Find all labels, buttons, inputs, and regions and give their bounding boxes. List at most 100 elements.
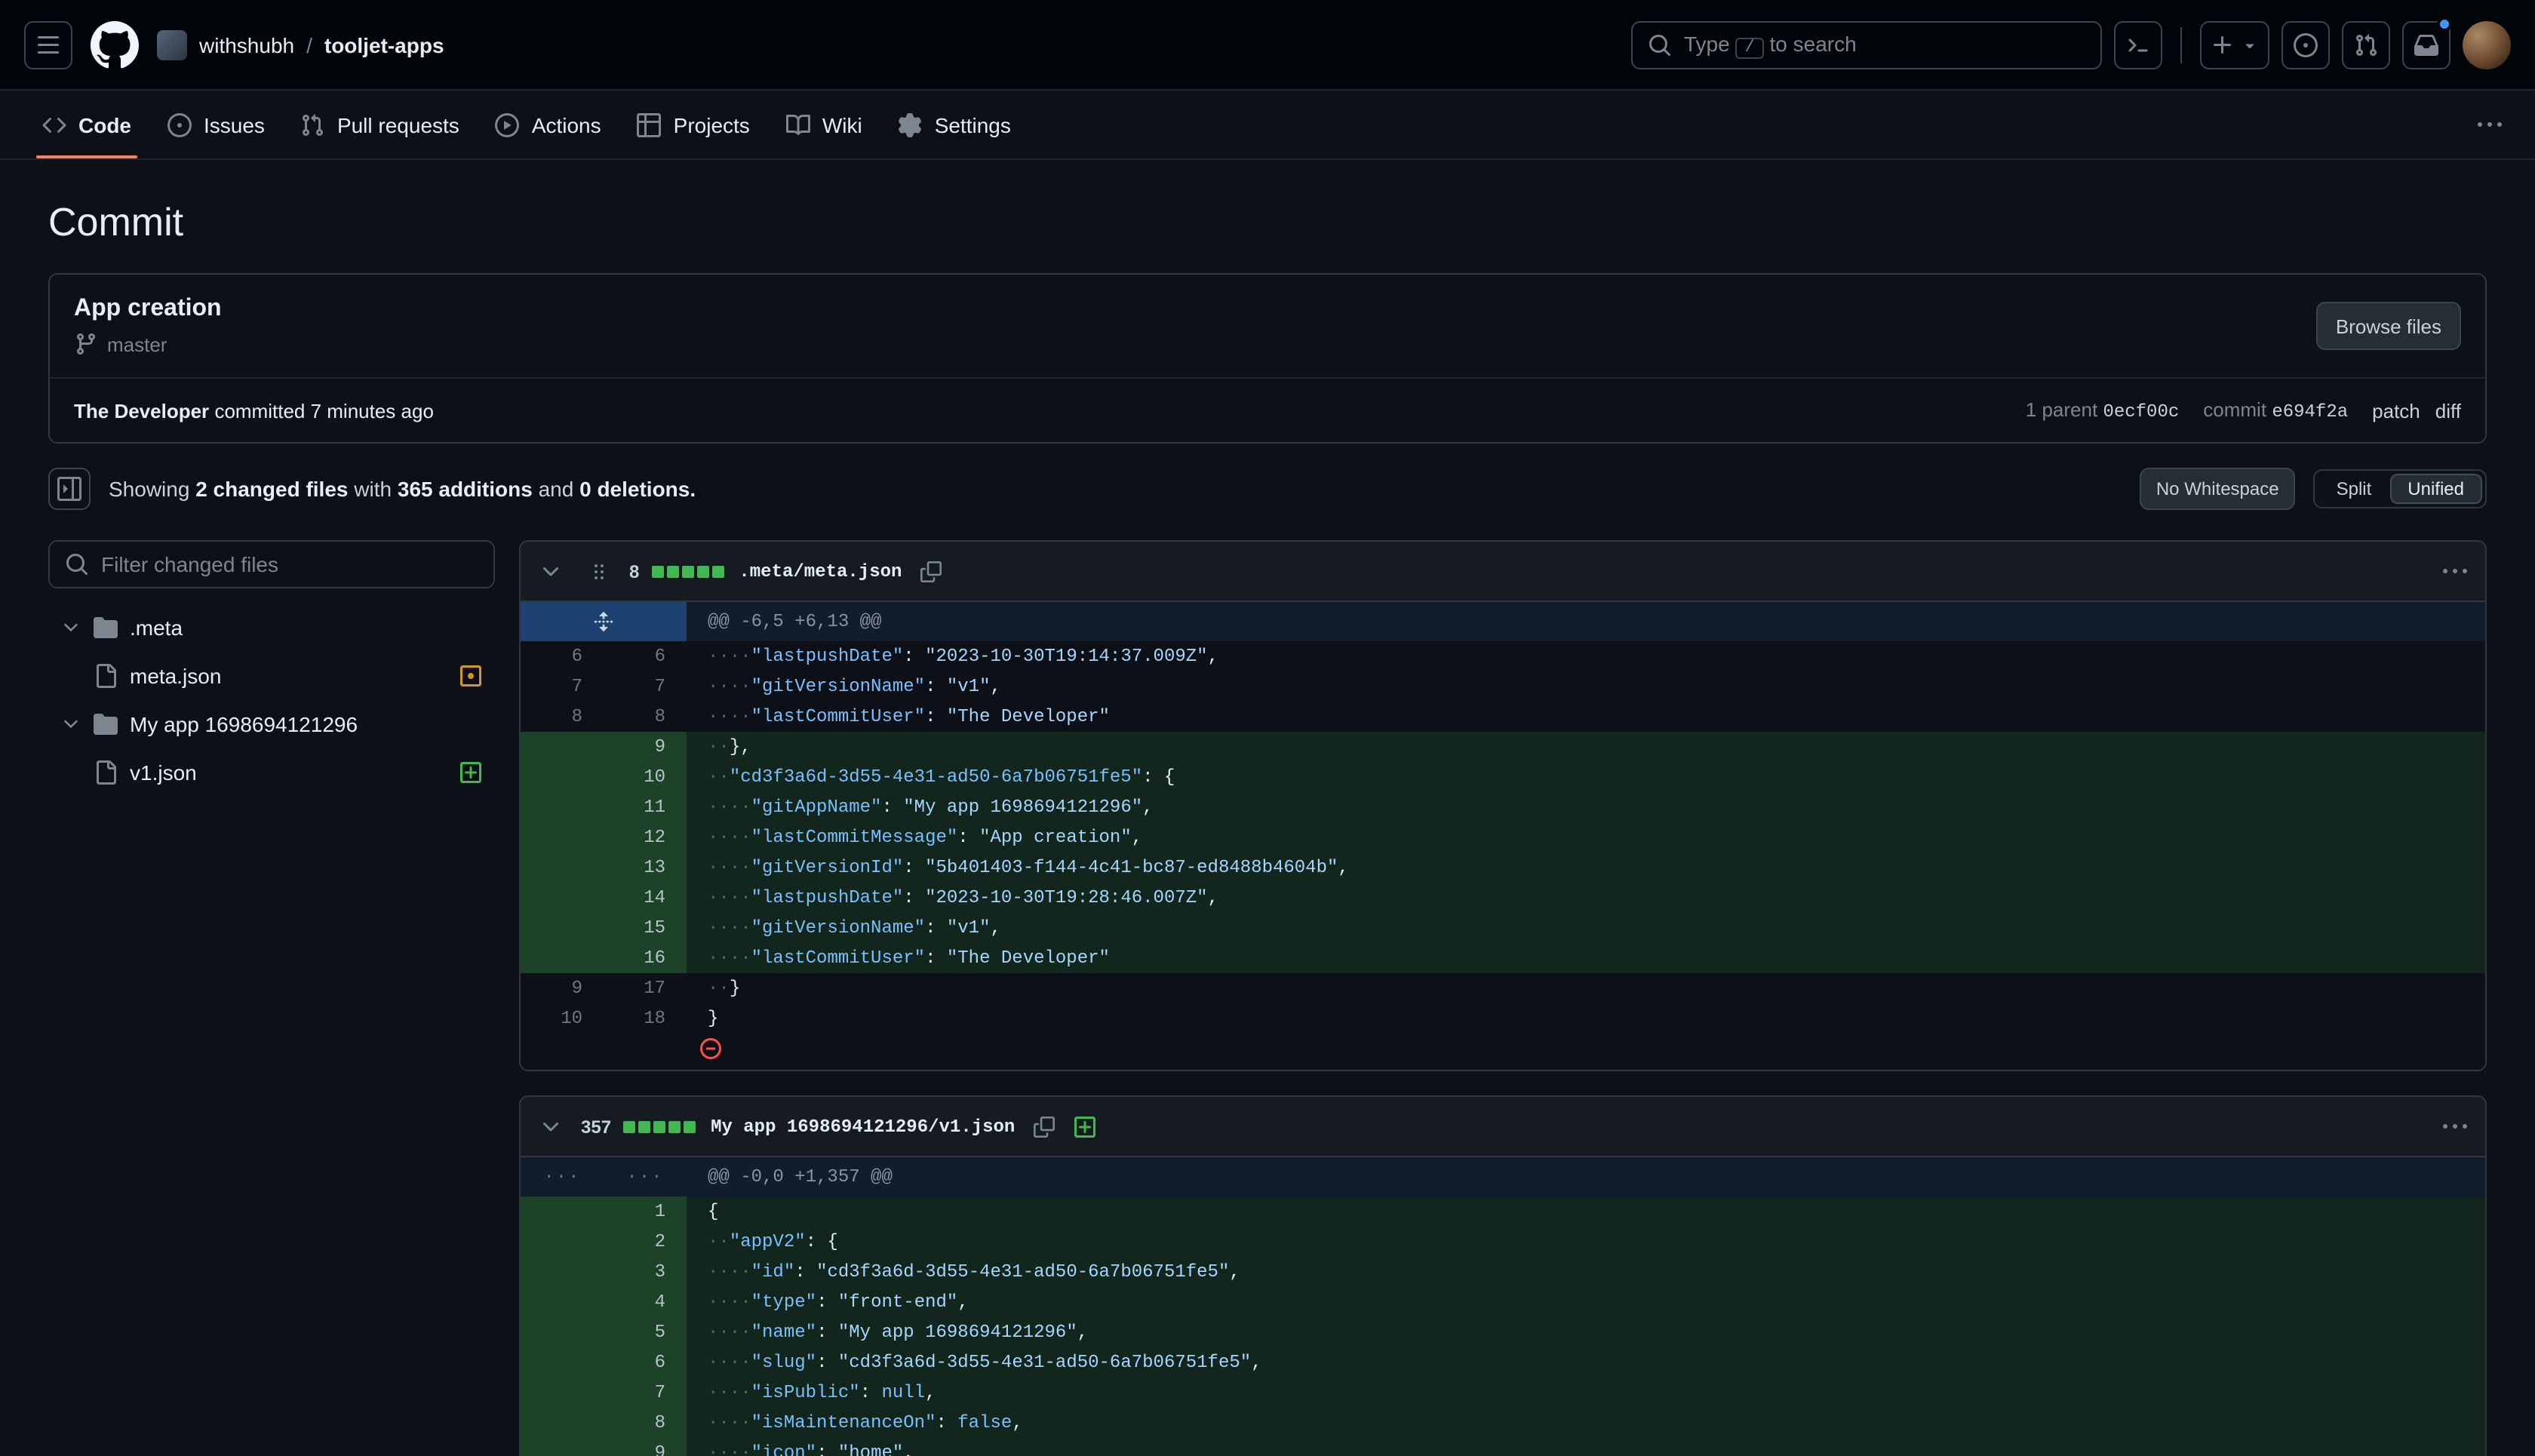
new-line-number[interactable]: 8 bbox=[604, 702, 687, 732]
tree-file-v1-json[interactable]: v1.json bbox=[48, 748, 495, 797]
old-line-number[interactable] bbox=[521, 883, 604, 913]
diff-line: 66····"lastpushDate": "2023-10-30T19:14:… bbox=[521, 641, 2485, 671]
new-line-number[interactable]: 2 bbox=[604, 1227, 687, 1257]
drag-handle-icon[interactable] bbox=[581, 553, 617, 589]
new-line-number[interactable]: 8 bbox=[604, 1408, 687, 1438]
tree-folder-meta[interactable]: .meta bbox=[48, 604, 495, 652]
new-line-number[interactable]: 9 bbox=[604, 732, 687, 762]
old-line-number[interactable]: 9 bbox=[521, 973, 604, 1003]
old-line-number[interactable] bbox=[521, 852, 604, 883]
tab-code[interactable]: Code bbox=[24, 91, 149, 158]
new-line-number[interactable]: 16 bbox=[604, 943, 687, 973]
tree-folder-my-app[interactable]: My app 1698694121296 bbox=[48, 700, 495, 748]
breadcrumb-separator: / bbox=[306, 32, 312, 57]
new-line-number[interactable]: 7 bbox=[604, 1378, 687, 1408]
file-options-button[interactable] bbox=[2437, 553, 2473, 589]
file-path[interactable]: My app 1698694121296/v1.json bbox=[711, 1116, 1015, 1137]
tab-pull-requests[interactable]: Pull requests bbox=[283, 91, 478, 158]
old-line-number[interactable] bbox=[521, 1196, 604, 1227]
old-line-number[interactable]: 6 bbox=[521, 641, 604, 671]
new-line-number[interactable]: 6 bbox=[604, 1347, 687, 1378]
old-line-number[interactable]: 7 bbox=[521, 671, 604, 702]
expand-hunk-button[interactable] bbox=[521, 602, 687, 641]
new-line-number[interactable]: 5 bbox=[604, 1317, 687, 1347]
nav-overflow-button[interactable] bbox=[2469, 103, 2511, 146]
whitespace-toggle-button[interactable]: No Whitespace bbox=[2140, 468, 2296, 510]
patch-link[interactable]: patch bbox=[2372, 399, 2420, 422]
file-options-button[interactable] bbox=[2437, 1108, 2473, 1144]
file-filter-input[interactable] bbox=[101, 552, 478, 576]
old-line-number[interactable] bbox=[521, 1317, 604, 1347]
collapse-file-button[interactable] bbox=[533, 553, 569, 589]
diff-line: 77····"gitVersionName": "v1", bbox=[521, 671, 2485, 702]
new-line-number[interactable]: 11 bbox=[604, 792, 687, 822]
split-view-button[interactable]: Split bbox=[2318, 474, 2390, 504]
new-line-number[interactable]: 13 bbox=[604, 852, 687, 883]
old-line-number[interactable] bbox=[521, 1378, 604, 1408]
new-line-number[interactable]: 17 bbox=[604, 973, 687, 1003]
new-line-number[interactable]: 6 bbox=[604, 641, 687, 671]
diff-code-cell: ··}, bbox=[687, 732, 2485, 762]
new-line-number[interactable]: 15 bbox=[604, 913, 687, 943]
file-path[interactable]: .meta/meta.json bbox=[739, 561, 902, 582]
old-line-number[interactable] bbox=[521, 1438, 604, 1456]
old-line-number[interactable] bbox=[521, 913, 604, 943]
diff-line: 9····"icon": "home", bbox=[521, 1438, 2485, 1456]
tab-actions[interactable]: Actions bbox=[478, 91, 619, 158]
issues-header-button[interactable] bbox=[2282, 20, 2330, 69]
notifications-button[interactable] bbox=[2402, 20, 2450, 69]
breadcrumb-owner[interactable]: withshubh bbox=[199, 32, 294, 57]
new-line-number[interactable]: 3 bbox=[604, 1257, 687, 1287]
browse-files-button[interactable]: Browse files bbox=[2316, 302, 2461, 350]
new-line-number[interactable]: 10 bbox=[604, 762, 687, 792]
command-palette-button[interactable] bbox=[2114, 20, 2162, 69]
new-line-number[interactable]: 4 bbox=[604, 1287, 687, 1317]
old-line-number[interactable] bbox=[521, 1227, 604, 1257]
toggle-file-tree-button[interactable] bbox=[48, 468, 91, 510]
old-line-number[interactable] bbox=[521, 1347, 604, 1378]
chevron-down-icon bbox=[539, 1114, 563, 1138]
old-line-number[interactable] bbox=[521, 1287, 604, 1317]
unified-view-button[interactable]: Unified bbox=[2389, 474, 2482, 504]
tab-settings[interactable]: Settings bbox=[880, 91, 1029, 158]
old-line-number[interactable] bbox=[521, 732, 604, 762]
chevron-down-icon bbox=[60, 714, 81, 735]
new-line-number[interactable]: 12 bbox=[604, 822, 687, 852]
old-line-number[interactable] bbox=[521, 762, 604, 792]
old-line-number[interactable] bbox=[521, 1408, 604, 1438]
old-line-number[interactable] bbox=[521, 1257, 604, 1287]
new-line-number[interactable]: 14 bbox=[604, 883, 687, 913]
old-line-number[interactable] bbox=[521, 792, 604, 822]
global-search-input[interactable]: Type / to search bbox=[1631, 20, 2102, 69]
diff-code-cell: ····"lastCommitUser": "The Developer" bbox=[687, 943, 2485, 973]
new-line-number[interactable]: 18 bbox=[604, 1003, 687, 1034]
old-line-number[interactable]: 8 bbox=[521, 702, 604, 732]
parent-sha[interactable]: 0ecf00c bbox=[2103, 401, 2179, 422]
new-line-number[interactable]: 1 bbox=[604, 1196, 687, 1227]
create-new-button[interactable] bbox=[2200, 20, 2269, 69]
copy-path-button[interactable] bbox=[1027, 1110, 1060, 1143]
breadcrumb-repo[interactable]: tooljet-apps bbox=[324, 32, 444, 57]
folder-icon bbox=[94, 712, 118, 736]
pull-requests-header-button[interactable] bbox=[2342, 20, 2390, 69]
copy-path-button[interactable] bbox=[914, 554, 947, 588]
branch-name[interactable]: master bbox=[107, 333, 167, 355]
github-logo-icon[interactable] bbox=[91, 20, 139, 69]
new-line-number[interactable]: 7 bbox=[604, 671, 687, 702]
old-line-number[interactable] bbox=[521, 822, 604, 852]
collapse-file-button[interactable] bbox=[533, 1108, 569, 1144]
tree-file-meta-json[interactable]: meta.json bbox=[48, 652, 495, 700]
caret-down-icon bbox=[2241, 35, 2259, 54]
tab-wiki[interactable]: Wiki bbox=[768, 91, 880, 158]
diff-link[interactable]: diff bbox=[2435, 399, 2461, 422]
tab-projects[interactable]: Projects bbox=[619, 91, 768, 158]
commit-author[interactable]: The Developer bbox=[74, 399, 209, 422]
table-icon bbox=[638, 112, 662, 137]
new-line-number[interactable]: 9 bbox=[604, 1438, 687, 1456]
user-avatar[interactable] bbox=[2463, 20, 2511, 69]
old-line-number[interactable] bbox=[521, 943, 604, 973]
issue-opened-icon bbox=[2294, 32, 2318, 57]
hamburger-menu-button[interactable] bbox=[24, 20, 72, 69]
tab-issues[interactable]: Issues bbox=[149, 91, 283, 158]
old-line-number[interactable]: 10 bbox=[521, 1003, 604, 1034]
